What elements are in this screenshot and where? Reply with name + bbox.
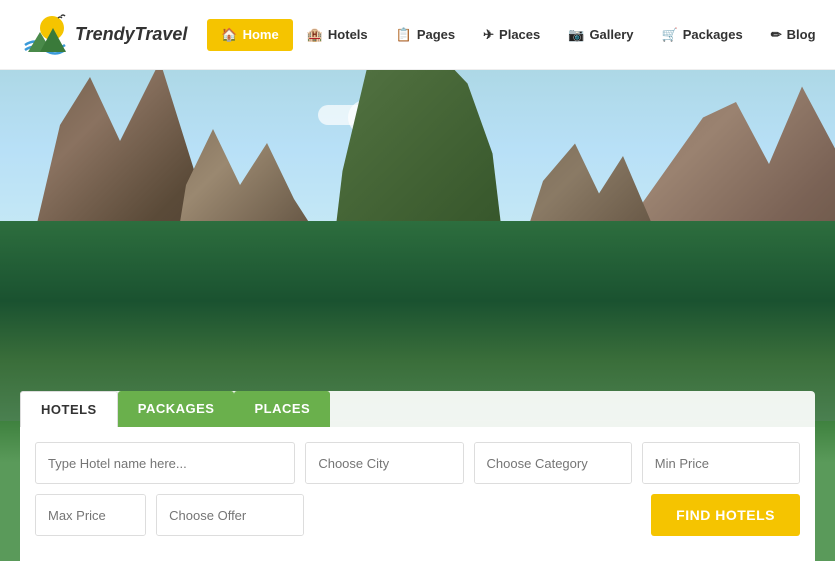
nav-item-gallery[interactable]: 📷 Gallery: [554, 19, 647, 51]
min-price-input[interactable]: [643, 443, 800, 483]
hero-section: HOTELS PACKAGES PLACES ▼: [0, 70, 835, 561]
search-form: ▼ ▼ ▼: [20, 427, 815, 561]
tab-packages-label: PACKAGES: [138, 401, 215, 416]
find-hotels-label: FIND HOTELS: [676, 507, 775, 523]
nav-label-home: Home: [243, 27, 279, 42]
offer-input[interactable]: [157, 495, 304, 535]
nav-item-home[interactable]: 🏠 Home: [207, 19, 292, 51]
tab-places-label: PLACES: [254, 401, 310, 416]
packages-icon: 🛒: [662, 27, 678, 43]
nav-label-pages: Pages: [417, 27, 455, 42]
offer-dropdown-wrapper: ▼: [156, 494, 304, 536]
city-dropdown-wrapper: ▼: [305, 442, 463, 484]
max-price-input[interactable]: [36, 495, 146, 535]
gallery-icon: 📷: [568, 27, 584, 43]
category-dropdown-wrapper: ▼: [474, 442, 632, 484]
header: TrendyTravel 🏠 Home 🏨 Hotels 📋 Pages ✈ P…: [0, 0, 835, 70]
nav-item-packages[interactable]: 🛒 Packages: [648, 19, 757, 51]
nav-label-packages: Packages: [683, 27, 743, 42]
logo-image: [20, 10, 75, 60]
min-price-dropdown-wrapper: ▼: [642, 442, 800, 484]
nav-label-blog: Blog: [787, 27, 816, 42]
search-tabs: HOTELS PACKAGES PLACES: [20, 391, 815, 427]
max-price-dropdown-wrapper: ▼: [35, 494, 146, 536]
tab-hotels-label: HOTELS: [41, 402, 97, 417]
logo-text: TrendyTravel: [75, 24, 187, 45]
tab-places[interactable]: PLACES: [234, 391, 330, 427]
city-input[interactable]: [306, 443, 463, 483]
hotel-name-input[interactable]: [35, 442, 295, 484]
nav-item-hotels[interactable]: 🏨 Hotels: [293, 19, 382, 51]
places-icon: ✈: [483, 27, 494, 43]
search-row-2: ▼ ▼ FIND HOTELS: [35, 494, 800, 536]
hotels-icon: 🏨: [307, 27, 323, 43]
nav-item-shortcodes[interactable]: 🖥 Shortcodes: [830, 19, 835, 51]
main-nav: 🏠 Home 🏨 Hotels 📋 Pages ✈ Places 📷 Galle…: [207, 19, 835, 51]
find-hotels-button[interactable]: FIND HOTELS: [651, 494, 800, 536]
nav-label-gallery: Gallery: [589, 27, 633, 42]
nav-label-places: Places: [499, 27, 540, 42]
search-row-1: ▼ ▼ ▼: [35, 442, 800, 484]
nav-item-places[interactable]: ✈ Places: [469, 19, 554, 51]
pages-icon: 📋: [396, 27, 412, 43]
category-input[interactable]: [475, 443, 632, 483]
tab-packages[interactable]: PACKAGES: [118, 391, 235, 427]
logo[interactable]: TrendyTravel: [20, 10, 187, 60]
nav-item-blog[interactable]: ✏ Blog: [757, 19, 830, 51]
nav-label-hotels: Hotels: [328, 27, 368, 42]
tab-hotels[interactable]: HOTELS: [20, 391, 118, 427]
blog-icon: ✏: [771, 27, 782, 43]
search-panel: HOTELS PACKAGES PLACES ▼: [20, 391, 815, 561]
home-icon: 🏠: [221, 27, 237, 43]
nav-item-pages[interactable]: 📋 Pages: [382, 19, 470, 51]
